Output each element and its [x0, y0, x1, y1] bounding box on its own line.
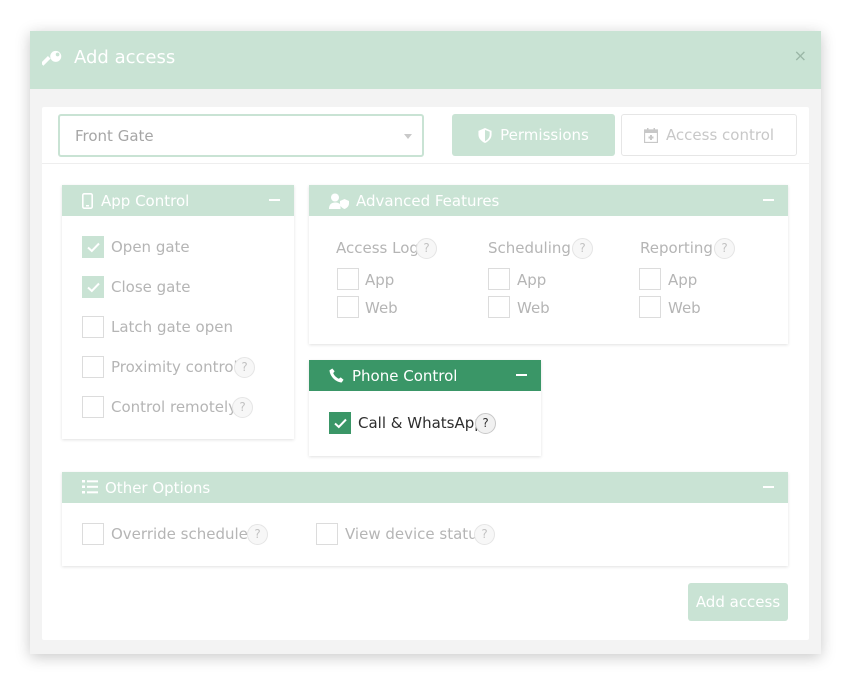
access-log-app-label: App	[365, 271, 395, 289]
checkbox-close-gate[interactable]	[82, 276, 104, 298]
collapse-icon[interactable]	[763, 486, 774, 488]
reporting-web-label: Web	[668, 299, 701, 317]
checkbox-control-remotely[interactable]	[82, 396, 104, 418]
label-view-device-status: View device status	[345, 525, 486, 543]
checkbox-reporting-web[interactable]	[639, 296, 661, 318]
reporting-label: Reporting	[640, 239, 713, 257]
checkbox-scheduling-app[interactable]	[488, 268, 510, 290]
phone-control-header: Phone Control	[309, 360, 541, 391]
phone-control-panel: Phone Control Call & WhatsApp ?	[309, 360, 541, 456]
advanced-features-title: Advanced Features	[356, 192, 500, 210]
advanced-features-header: Advanced Features	[309, 185, 788, 216]
label-override-schedules: Override schedules	[111, 525, 256, 543]
scheduling-label: Scheduling	[488, 239, 571, 257]
help-icon[interactable]: ?	[247, 524, 268, 545]
label-latch-gate-open: Latch gate open	[111, 318, 233, 336]
collapse-icon[interactable]	[763, 199, 774, 201]
checkbox-scheduling-web[interactable]	[488, 296, 510, 318]
label-open-gate: Open gate	[111, 238, 190, 256]
list-icon	[82, 480, 98, 494]
modal-header: Add access ×	[30, 31, 821, 89]
checkbox-proximity-control[interactable]	[82, 356, 104, 378]
tab-access-control-label: Access control	[665, 126, 775, 144]
help-icon[interactable]: ?	[416, 238, 437, 259]
checkbox-open-gate[interactable]	[82, 236, 104, 258]
tab-access-control[interactable]: Access control	[621, 114, 797, 156]
mobile-icon	[82, 193, 93, 209]
gate-select[interactable]: Front Gate	[58, 114, 424, 157]
checkbox-reporting-app[interactable]	[639, 268, 661, 290]
collapse-icon[interactable]	[269, 199, 280, 201]
scheduling-app-label: App	[517, 271, 547, 289]
scheduling-web-label: Web	[517, 299, 550, 317]
app-control-title: App Control	[101, 192, 190, 210]
reporting-app-label: App	[668, 271, 698, 289]
other-options-header: Other Options	[62, 472, 788, 503]
help-icon[interactable]: ?	[232, 397, 253, 418]
help-icon[interactable]: ?	[572, 238, 593, 259]
app-control-header: App Control	[62, 185, 294, 216]
collapse-icon[interactable]	[516, 374, 527, 376]
help-icon[interactable]: ?	[475, 413, 496, 434]
key-icon	[42, 50, 62, 66]
modal-body: Front Gate Permissions Access control Ap…	[42, 107, 809, 640]
chevron-down-icon	[404, 134, 412, 139]
checkbox-call-whatsapp[interactable]	[329, 412, 351, 434]
other-options-panel: Other Options Override schedules ? View …	[62, 472, 788, 566]
access-log-web-label: Web	[365, 299, 398, 317]
gate-select-value: Front Gate	[75, 127, 154, 145]
user-shield-icon	[329, 193, 349, 209]
checkbox-latch-gate-open[interactable]	[82, 316, 104, 338]
phone-icon	[329, 368, 344, 383]
close-icon[interactable]: ×	[794, 46, 807, 65]
help-icon[interactable]: ?	[234, 357, 255, 378]
advanced-features-panel: Advanced Features Access Log ? App Web S…	[309, 185, 788, 344]
tab-permissions-label: Permissions	[500, 126, 589, 144]
other-options-title: Other Options	[105, 479, 211, 497]
add-access-button[interactable]: Add access	[688, 583, 788, 621]
access-log-label: Access Log	[336, 239, 419, 257]
checkbox-view-device-status[interactable]	[316, 523, 338, 545]
modal-title: Add access	[74, 47, 176, 68]
tab-permissions[interactable]: Permissions	[452, 114, 615, 156]
label-call-whatsapp: Call & WhatsApp	[358, 414, 484, 432]
shield-icon	[478, 127, 492, 143]
app-control-panel: App Control Open gate Close gate Latch g…	[62, 185, 294, 439]
calendar-icon	[643, 127, 658, 143]
label-proximity-control: Proximity control	[111, 358, 238, 376]
label-control-remotely: Control remotely	[111, 398, 237, 416]
help-icon[interactable]: ?	[714, 238, 735, 259]
checkbox-access-log-web[interactable]	[337, 296, 359, 318]
add-access-modal: Add access × Front Gate Permissions Acce…	[30, 31, 821, 654]
label-close-gate: Close gate	[111, 278, 191, 296]
phone-control-title: Phone Control	[352, 367, 458, 385]
help-icon[interactable]: ?	[474, 524, 495, 545]
checkbox-override-schedules[interactable]	[82, 523, 104, 545]
divider	[42, 163, 809, 164]
checkbox-access-log-app[interactable]	[337, 268, 359, 290]
